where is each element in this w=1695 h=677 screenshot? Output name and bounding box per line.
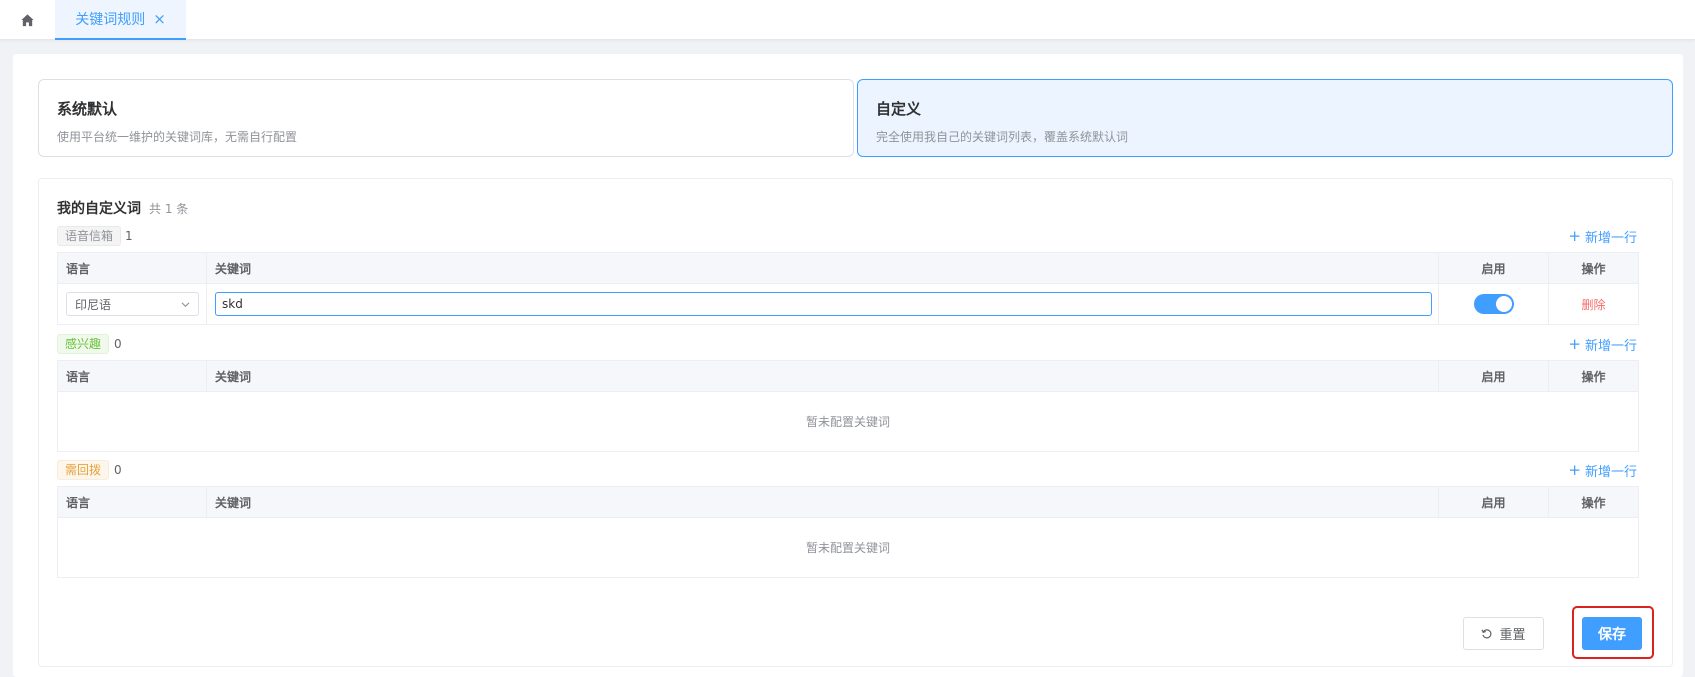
mode-title: 自定义 [876, 100, 922, 118]
group-header-callback: 需回拨 0 + 新增一行 [57, 460, 1637, 482]
panel-count: 共 1 条 [149, 202, 189, 216]
table-header: 语言 关键词 启用 操作 [58, 361, 1638, 392]
mode-option-custom[interactable]: 自定义 完全使用我自己的关键词列表，覆盖系统默认词 [857, 79, 1673, 157]
col-enabled: 启用 [1439, 253, 1549, 283]
col-action: 操作 [1581, 369, 1606, 384]
col-action: 操作 [1581, 261, 1606, 276]
plus-icon: + [1568, 461, 1581, 479]
home-icon [20, 13, 34, 26]
add-row-label: 新增一行 [1584, 339, 1637, 354]
reset-button[interactable]: 重置 [1463, 617, 1544, 650]
keyword-table-callback: 语言 关键词 启用 操作 暂未配置关键词 [57, 486, 1639, 578]
panel-title: 我的自定义词共 1 条 [57, 198, 188, 218]
group-count: 1 [125, 229, 133, 243]
cell-action: 删除 [1549, 284, 1638, 324]
table-header: 语言 关键词 启用 操作 [58, 253, 1638, 284]
cell-enabled [1439, 284, 1549, 324]
language-select-value: 印尼语 [75, 297, 112, 312]
mode-description: 完全使用我自己的关键词列表，覆盖系统默认词 [876, 130, 1129, 144]
reset-label: 重置 [1499, 628, 1526, 643]
empty-state: 暂未配置关键词 [805, 415, 890, 429]
col-lang: 语言 [58, 253, 207, 283]
plus-icon: + [1568, 335, 1581, 353]
group-tag: 感兴趣 [57, 334, 110, 354]
group-header-interested: 感兴趣 0 + 新增一行 [57, 334, 1637, 356]
col-enabled: 启用 [1439, 361, 1549, 391]
group-tag: 需回拨 [57, 460, 110, 480]
save-button[interactable]: 保存 [1582, 617, 1642, 650]
custom-words-panel: 我的自定义词共 1 条 语音信箱 1 + 新增一行 语言 关键词 启用 操作 印… [38, 178, 1673, 667]
keyword-table-interested: 语言 关键词 启用 操作 暂未配置关键词 [57, 360, 1639, 452]
group-count: 0 [114, 463, 122, 477]
add-row-button[interactable]: + 新增一行 [1568, 227, 1637, 247]
tab-label: 关键词规则 [75, 12, 146, 28]
tab-bar: 关键词规则 × [0, 0, 1695, 40]
home-tab[interactable] [12, 6, 42, 34]
group-header-voicemail: 语音信箱 1 + 新增一行 [57, 226, 1637, 248]
keyword-table-voicemail: 语言 关键词 启用 操作 印尼语 skd 删除 [57, 252, 1639, 325]
col-keyword: 关键词 [207, 361, 1439, 391]
close-icon[interactable]: × [153, 11, 166, 27]
plus-icon: + [1568, 227, 1581, 245]
col-enabled: 启用 [1439, 487, 1549, 517]
add-row-button[interactable]: + 新增一行 [1568, 461, 1637, 481]
table-header: 语言 关键词 启用 操作 [58, 487, 1638, 518]
enabled-toggle[interactable] [1473, 294, 1514, 314]
main-card: 系统默认 使用平台统一维护的关键词库，无需自行配置 自定义 完全使用我自己的关键… [13, 54, 1683, 677]
chevron-down-icon [181, 301, 190, 307]
cell-keyword [207, 284, 1439, 324]
group-count: 0 [114, 337, 122, 351]
group-tag: 语音信箱 [57, 226, 122, 246]
add-row-label: 新增一行 [1584, 465, 1637, 480]
refresh-icon [1481, 628, 1492, 638]
mode-description: 使用平台统一维护的关键词库，无需自行配置 [57, 130, 298, 144]
add-row-button[interactable]: + 新增一行 [1568, 335, 1637, 355]
col-lang: 语言 [58, 487, 207, 517]
empty-state: 暂未配置关键词 [805, 541, 890, 555]
mode-title: 系统默认 [57, 100, 118, 118]
toggle-knob [1495, 296, 1512, 312]
add-row-label: 新增一行 [1584, 231, 1637, 246]
delete-button[interactable]: 删除 [1581, 296, 1605, 313]
col-lang: 语言 [58, 361, 207, 391]
cell-lang: 印尼语 [58, 284, 207, 324]
language-select[interactable]: 印尼语 [66, 292, 199, 316]
col-action: 操作 [1581, 495, 1606, 510]
col-keyword: 关键词 [207, 487, 1439, 517]
keyword-input[interactable] [215, 292, 1432, 316]
panel-title-text: 我的自定义词 [57, 201, 141, 217]
mode-option-system-default[interactable]: 系统默认 使用平台统一维护的关键词库，无需自行配置 [38, 79, 854, 157]
table-row: 印尼语 删除 [58, 284, 1638, 324]
tab-keyword-rules[interactable]: 关键词规则 × [55, 0, 186, 40]
col-keyword: 关键词 [207, 253, 1439, 283]
